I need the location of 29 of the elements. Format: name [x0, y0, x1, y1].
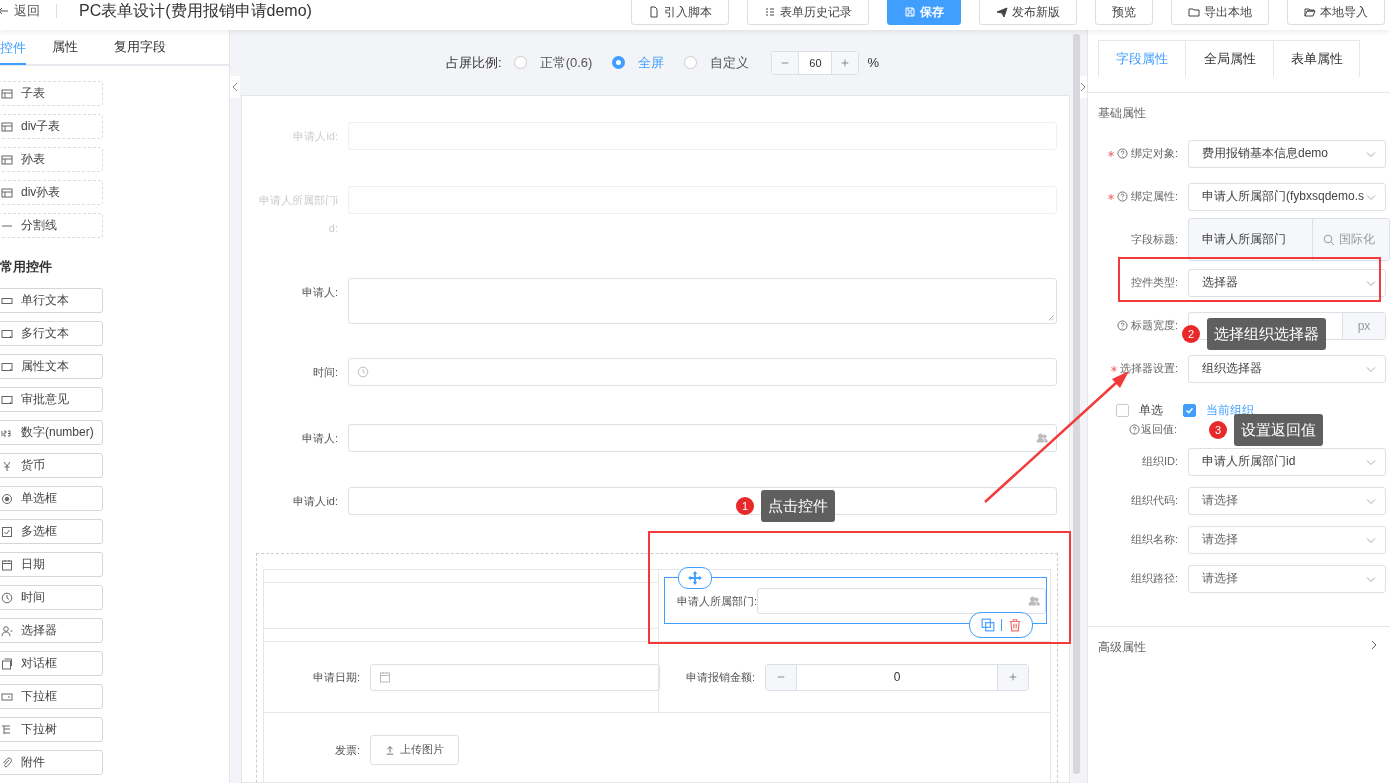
percent-unit: %: [867, 55, 879, 70]
property-label: 标题宽度:: [1130, 318, 1178, 333]
property-label: 绑定属性:: [1130, 189, 1178, 204]
step-tooltip: 点击控件: [761, 490, 835, 522]
page-title: PC表单设计(费用报销申请demo): [79, 0, 313, 21]
property-label: 组织名称:: [1130, 532, 1178, 547]
property-label: 绑定对象:: [1130, 146, 1178, 161]
field-label: 发票:: [333, 742, 360, 758]
property-label: 控件类型:: [1130, 275, 1178, 290]
step-badge: 2: [1182, 325, 1200, 343]
field-label: 申请人id:: [292, 494, 338, 509]
property-label: 组织代码:: [1130, 493, 1178, 508]
property-label: 组织ID:: [1141, 454, 1178, 469]
ratio-label: 占屏比例:: [446, 53, 502, 72]
step-tooltip: 设置返回值: [1234, 414, 1323, 446]
field-label: 申请人所属部门:: [675, 593, 757, 609]
field-label: 申请报销金额:: [684, 670, 755, 685]
step-badge: 3: [1209, 421, 1227, 439]
field-label: 申请日期:: [311, 670, 360, 685]
field-label: 申请人:: [300, 285, 338, 300]
section-title: 常用控件: [0, 258, 53, 276]
section-title: 基础属性: [1097, 105, 1147, 122]
property-label: 返回值:: [1141, 421, 1178, 437]
property-label: 字段标题:: [1130, 232, 1178, 247]
field-label: 时间:: [311, 365, 338, 380]
step-tooltip: 选择组织选择器: [1207, 318, 1326, 350]
property-label: 选择器设置:: [1119, 361, 1178, 376]
property-label: 组织路径:: [1130, 571, 1178, 586]
field-label: 申请人:: [300, 431, 338, 446]
